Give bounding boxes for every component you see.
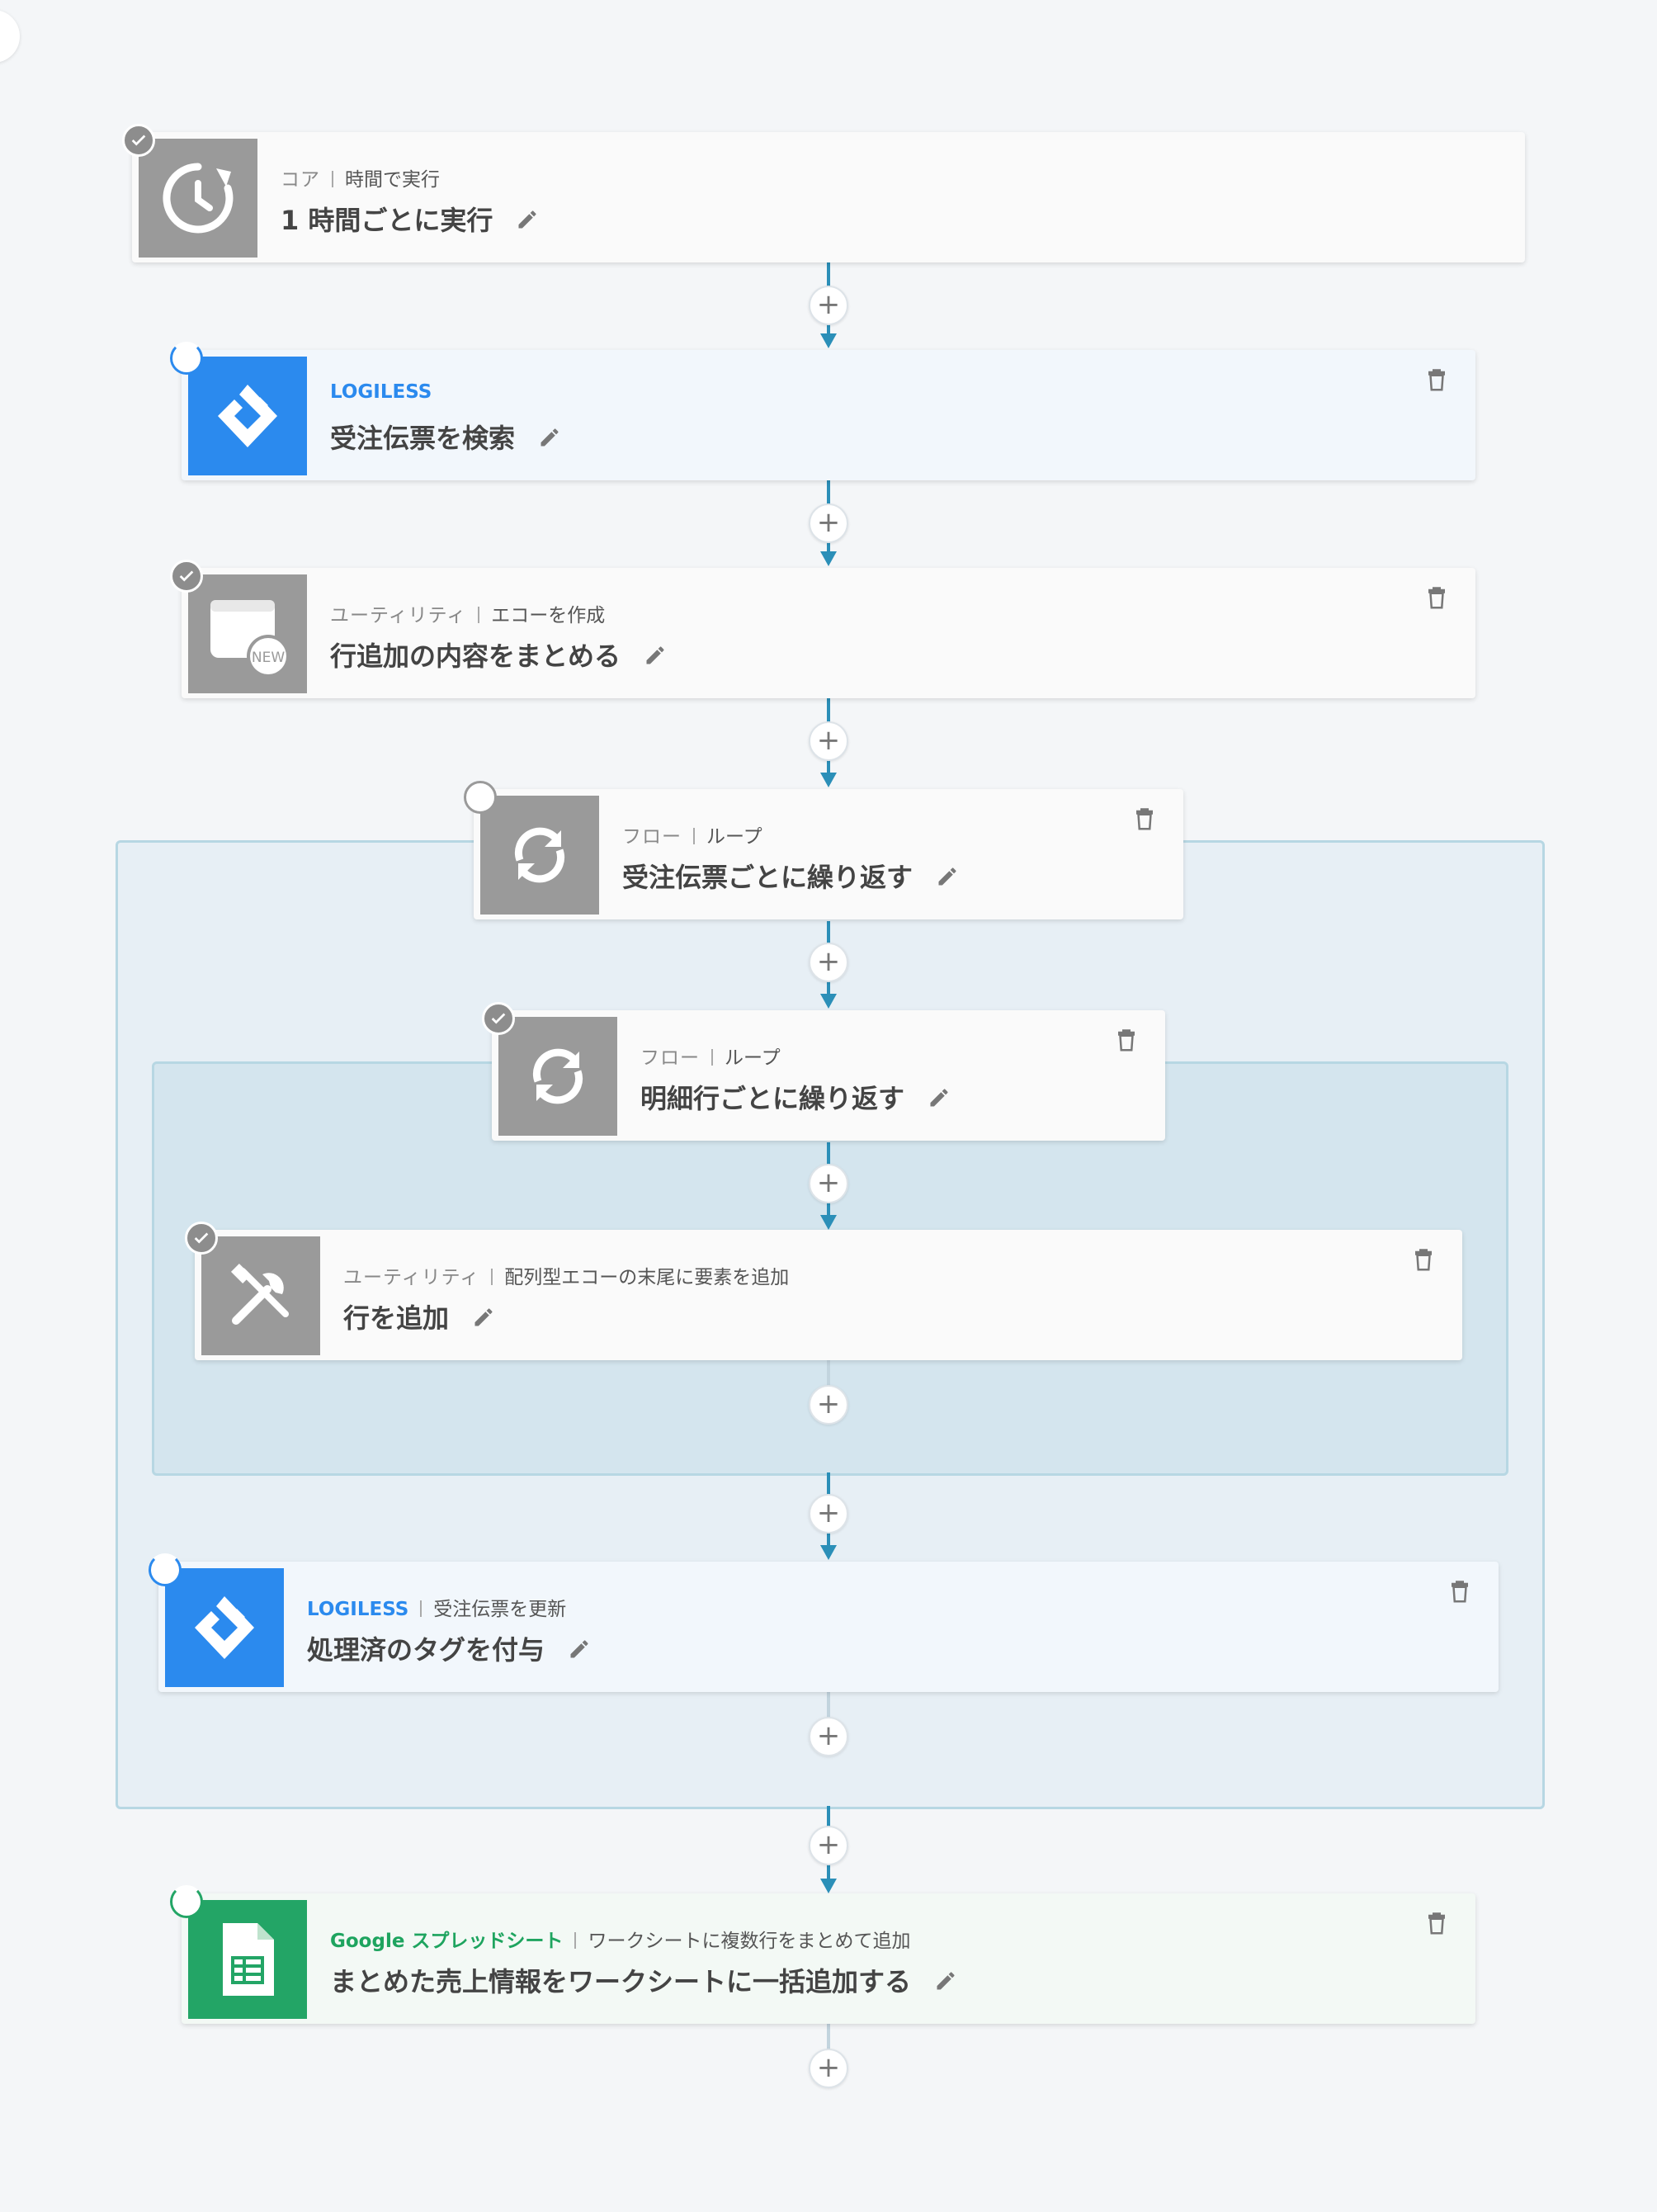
trash-icon[interactable] (1424, 586, 1449, 614)
add-step-button[interactable]: + (809, 2049, 848, 2088)
step-card-loop-orders[interactable]: フロー ループ 受注伝票ごとに繰り返す (474, 789, 1183, 919)
step-action: ループ (706, 826, 762, 848)
spreadsheet-icon (188, 1900, 307, 2019)
connector-arrow (820, 994, 837, 1009)
step-category: LOGILESS (307, 1599, 409, 1620)
pencil-icon[interactable] (568, 1636, 591, 1667)
add-step-button[interactable]: + (809, 1717, 848, 1756)
add-step-button[interactable]: + (809, 943, 848, 982)
add-step-button[interactable]: + (809, 1385, 848, 1425)
step-action: ワークシートに複数行をまとめて追加 (588, 1931, 911, 1952)
step-title: 行追加の内容をまとめる (330, 640, 621, 672)
step-category: フロー (640, 1047, 700, 1069)
trash-icon[interactable] (1447, 1580, 1472, 1608)
step-action: 配列型エコーの末尾に要素を追加 (504, 1267, 790, 1288)
connector-arrow (820, 1879, 837, 1893)
step-card-create-echo[interactable]: NEW ユーティリティ エコーを作成 行追加の内容をまとめる (182, 568, 1475, 698)
corner-button[interactable] (0, 10, 20, 63)
logiless-icon (188, 357, 307, 475)
pencil-icon[interactable] (928, 1085, 951, 1116)
trash-icon[interactable] (1114, 1028, 1139, 1056)
step-action: ループ (725, 1047, 781, 1069)
step-title: 行を追加 (343, 1302, 450, 1334)
step-card-sheets-append[interactable]: Google スプレッドシート ワークシートに複数行をまとめて追加 まとめた売上情… (182, 1893, 1475, 2024)
status-check-icon (122, 124, 155, 157)
add-step-button[interactable]: + (809, 503, 848, 543)
trash-icon[interactable] (1424, 368, 1449, 396)
step-category: フロー (622, 826, 682, 848)
step-action: 受注伝票を更新 (433, 1599, 567, 1620)
pencil-icon[interactable] (538, 424, 561, 456)
status-check-icon (170, 560, 203, 593)
pencil-icon[interactable] (936, 863, 959, 895)
trash-icon[interactable] (1132, 807, 1157, 835)
step-category: コア (281, 169, 320, 191)
step-card-logiless-search[interactable]: LOGILESS 受注伝票を検索 (182, 350, 1475, 480)
tools-icon (201, 1236, 320, 1355)
connector-arrow (820, 773, 837, 787)
add-step-button[interactable]: + (809, 1494, 848, 1534)
new-window-icon: NEW (188, 574, 307, 693)
step-title: 受注伝票ごとに繰り返す (622, 862, 913, 893)
connector-arrow (820, 1215, 837, 1230)
step-action: エコーを作成 (491, 605, 606, 626)
status-loading-icon (170, 342, 203, 375)
add-step-button[interactable]: + (809, 1164, 848, 1203)
loop-icon (498, 1017, 617, 1136)
status-check-icon (482, 1002, 515, 1035)
connector-arrow (820, 551, 837, 566)
loop-icon (480, 796, 599, 915)
step-card-logiless-update[interactable]: LOGILESS 受注伝票を更新 処理済のタグを付与 (158, 1562, 1499, 1692)
step-title: 明細行ごとに繰り返す (640, 1083, 905, 1114)
step-title: まとめた売上情報をワークシートに一括追加する (330, 1966, 912, 1997)
step-card-append-row[interactable]: ユーティリティ 配列型エコーの末尾に要素を追加 行を追加 (195, 1230, 1462, 1360)
pencil-icon[interactable] (644, 642, 667, 674)
trash-icon[interactable] (1424, 1912, 1449, 1940)
status-loading-icon (170, 1885, 203, 1918)
add-step-button[interactable]: + (809, 1826, 848, 1865)
step-category: LOGILESS (330, 381, 432, 403)
step-title: 受注伝票を検索 (330, 423, 516, 454)
step-category: Google スプレッドシート (330, 1931, 564, 1952)
trash-icon[interactable] (1411, 1248, 1436, 1276)
step-title: 処理済のタグを付与 (307, 1634, 545, 1666)
status-loading-icon (149, 1553, 182, 1586)
clock-icon (139, 139, 257, 258)
pencil-icon[interactable] (934, 1968, 957, 1999)
status-empty-icon (464, 781, 497, 814)
pencil-icon[interactable] (516, 206, 539, 238)
add-step-button[interactable]: + (809, 286, 848, 325)
pencil-icon[interactable] (472, 1304, 495, 1335)
new-badge: NEW (252, 650, 285, 666)
step-category: ユーティリティ (330, 605, 467, 626)
step-action: 時間で実行 (345, 169, 440, 191)
connector-arrow (820, 1545, 837, 1560)
step-card-loop-lines[interactable]: フロー ループ 明細行ごとに繰り返す (492, 1010, 1165, 1141)
status-check-icon (185, 1222, 218, 1255)
add-step-button[interactable]: + (809, 721, 848, 761)
logiless-icon (165, 1568, 284, 1687)
step-title: 1 時間ごとに実行 (281, 205, 493, 236)
connector-arrow (820, 333, 837, 348)
step-category: ユーティリティ (343, 1267, 480, 1288)
step-card-trigger[interactable]: コア 時間で実行 1 時間ごとに実行 (132, 132, 1525, 262)
